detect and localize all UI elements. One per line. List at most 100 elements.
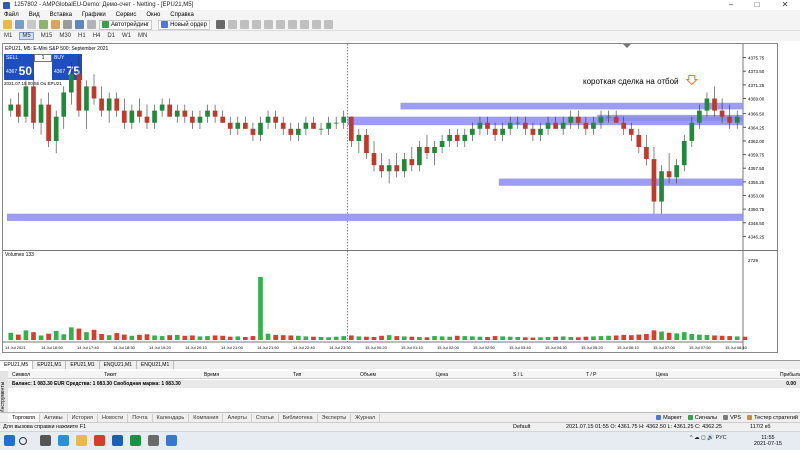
column-header[interactable]: Объем — [360, 372, 376, 378]
templates-icon[interactable] — [323, 20, 333, 29]
clock[interactable]: 11:55 2021-07-15 — [754, 435, 782, 447]
toolbox-tab[interactable]: Новости — [98, 414, 129, 422]
toolbox-tab[interactable]: История — [68, 414, 98, 422]
column-header[interactable]: Цена — [656, 372, 668, 378]
toolbox-tab[interactable]: Почта — [128, 414, 153, 422]
maximize-button[interactable]: □ — [744, 0, 770, 10]
explorer-icon[interactable] — [76, 435, 87, 446]
search-icon[interactable] — [19, 437, 27, 445]
chart-shift-icon[interactable] — [287, 20, 297, 29]
timeframe-m5[interactable]: M5 — [19, 32, 34, 40]
indicators-icon[interactable] — [299, 20, 309, 29]
toolbox-link[interactable]: Маркет — [656, 414, 682, 422]
periods-icon[interactable] — [311, 20, 321, 29]
toolbox-tab[interactable]: Календарь — [153, 414, 190, 422]
toolbox-tab[interactable]: Эксперты — [318, 414, 352, 422]
toolbox-tab[interactable]: Алерты — [223, 414, 252, 422]
time-tick-label: 15 Jul 01:10 — [401, 345, 424, 350]
volume-bar — [409, 336, 415, 340]
crosshair-icon[interactable] — [227, 20, 237, 29]
menu-window[interactable]: Окно — [146, 12, 160, 18]
chart-tab[interactable]: EPU21,M5 — [0, 361, 34, 369]
windows-start-icon[interactable] — [4, 435, 15, 446]
balance-row[interactable]: Баланс: 1 083.30 EUR Средства: 1 083.30 … — [8, 380, 800, 388]
timeframe-h1[interactable]: H1 — [78, 33, 86, 39]
toolbox-link[interactable]: Тестер стратегий — [747, 414, 798, 422]
price-chart[interactable]: 4375.75 4373.50 4371.25 4369.00 4366.50 4364.… — [3, 44, 777, 352]
metatrader-icon[interactable] — [148, 435, 159, 446]
menu-view[interactable]: Вид — [29, 12, 40, 18]
toolbox-link[interactable]: VPS — [723, 414, 741, 422]
menu-help[interactable]: Справка — [170, 12, 194, 18]
chrome-icon[interactable] — [94, 435, 105, 446]
tester-icon[interactable] — [75, 20, 84, 29]
toolbox-tab[interactable]: Библиотека — [279, 414, 318, 422]
task-view-icon[interactable] — [40, 435, 51, 446]
tile-windows-icon[interactable] — [263, 20, 273, 29]
close-button[interactable]: ✕ — [772, 0, 798, 10]
menu-tools[interactable]: Сервис — [116, 12, 137, 18]
time-tick-label: 15 Jul 02:50 — [473, 345, 496, 350]
toolbox-tab[interactable]: Журнал — [351, 414, 381, 422]
candle-body — [636, 134, 642, 147]
toolbox-tab[interactable]: Активы — [40, 414, 68, 422]
new-order-button[interactable]: Новый ордер — [158, 19, 210, 30]
column-header[interactable]: Время — [204, 372, 219, 378]
autotrade-button[interactable]: Автотрейдинг — [99, 19, 153, 30]
column-header[interactable]: S / L — [513, 372, 523, 378]
column-header[interactable]: Цена — [436, 372, 448, 378]
chart-tab[interactable]: EPU21,M1 — [66, 361, 100, 369]
terminal-icon[interactable] — [63, 20, 72, 29]
column-header[interactable]: T / P — [586, 372, 596, 378]
menu-charts[interactable]: Графики — [82, 12, 106, 18]
volume-bar — [401, 336, 407, 340]
word-icon[interactable] — [112, 435, 123, 446]
timeframe-h4[interactable]: H4 — [93, 33, 101, 39]
volume-bar — [644, 333, 649, 340]
volume-bar — [500, 336, 505, 340]
timeframe-d1[interactable]: D1 — [107, 33, 115, 39]
system-tray[interactable]: ^ ☁ ◻ 🔊 РУС — [690, 435, 727, 441]
chart-tab[interactable]: EPU21,M1 — [33, 361, 67, 369]
chart-tab[interactable]: ENQU21,M1 — [137, 361, 175, 369]
timeframe-mn[interactable]: MN — [138, 33, 147, 39]
terminal-app-icon[interactable] — [166, 435, 177, 446]
data-window-icon[interactable] — [51, 20, 60, 29]
minimize-button[interactable]: – — [718, 0, 744, 10]
menu-insert[interactable]: Вставка — [50, 12, 72, 18]
column-header[interactable]: Символ — [12, 372, 30, 378]
volume-bar — [613, 335, 619, 340]
edge-icon[interactable] — [58, 435, 69, 446]
volume-bar — [515, 336, 521, 340]
editor-icon[interactable] — [87, 20, 96, 29]
candle-body — [704, 98, 710, 111]
buy-sell-icon[interactable] — [215, 20, 225, 29]
timeframe-w1[interactable]: W1 — [122, 33, 131, 39]
toolbox-tab[interactable]: Статьи — [252, 414, 279, 422]
zoom-in-icon[interactable] — [239, 20, 249, 29]
toolbox-tab[interactable]: Торговля — [8, 414, 40, 422]
new-chart-icon[interactable] — [3, 20, 12, 29]
candle-body — [651, 159, 657, 202]
timeframe-m15[interactable]: M15 — [41, 33, 53, 39]
excel-icon[interactable] — [130, 435, 141, 446]
price-tick-label: 4362.00 — [748, 139, 765, 144]
market-watch-icon[interactable] — [27, 20, 36, 29]
chart-window[interactable]: EPU21, M5: E-Mini S&P 500: September 202… — [2, 43, 778, 353]
price-tick-label: 4366.50 — [748, 112, 765, 117]
menu-file[interactable]: Файл — [4, 12, 19, 18]
column-header[interactable]: Тип — [293, 372, 301, 378]
volume-bar — [583, 336, 589, 340]
volume-panel-separator[interactable] — [3, 250, 777, 251]
column-header[interactable]: Прибыль — [780, 372, 800, 378]
timeframe-m1[interactable]: M1 — [4, 33, 12, 39]
timeframe-m30[interactable]: M30 — [59, 33, 71, 39]
autoscroll-icon[interactable] — [275, 20, 285, 29]
toolbox-link[interactable]: Сигналы — [687, 414, 717, 422]
profiles-icon[interactable] — [15, 20, 24, 29]
navigator-icon[interactable] — [39, 20, 48, 29]
chart-tab[interactable]: ENQU21,M1 — [100, 361, 137, 369]
zoom-out-icon[interactable] — [251, 20, 261, 29]
column-header[interactable]: Тикет — [104, 372, 117, 378]
toolbox-tab[interactable]: Компания — [189, 414, 224, 422]
